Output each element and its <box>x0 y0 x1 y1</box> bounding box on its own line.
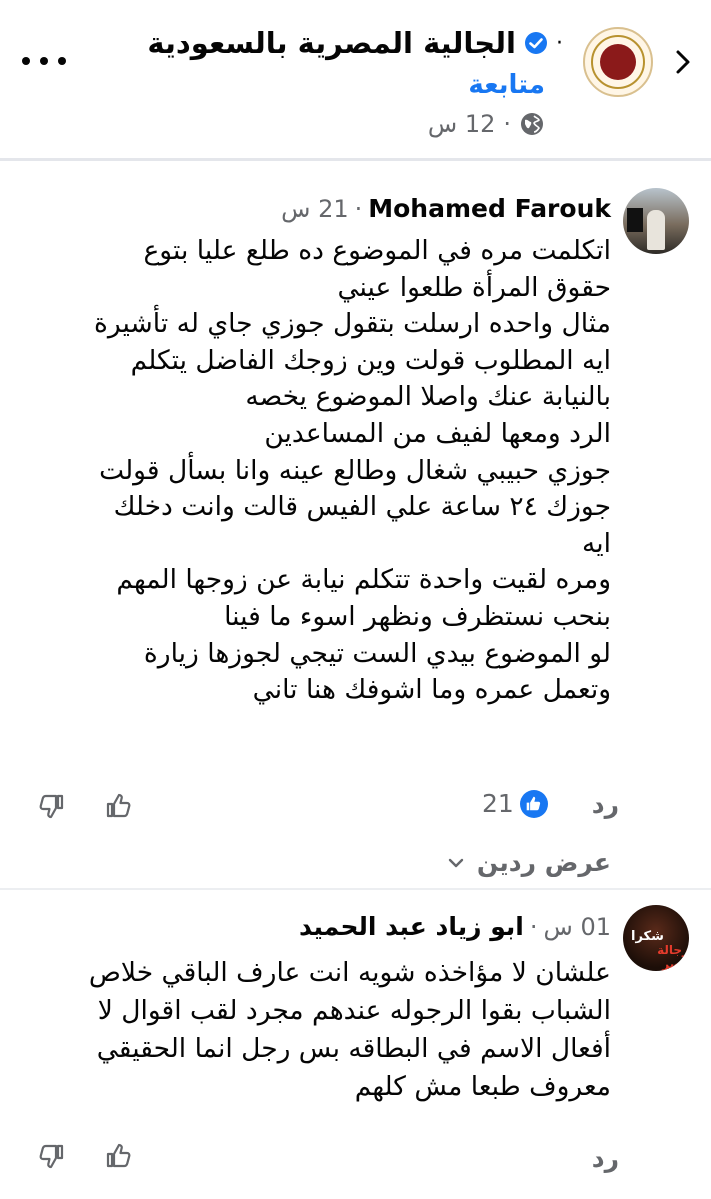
page-name[interactable]: الجالية المصرية بالسعودية <box>147 26 516 60</box>
comment-line: جوزي حبيبي شغال وطالع عينه وانا بسأل قول… <box>99 454 611 486</box>
post-header: الجالية المصرية بالسعودية · متابعة 12 س … <box>0 0 711 158</box>
avatar-figure-shape <box>647 210 665 250</box>
comment-line: الشباب بقوا الرجوله عندهم مجرد لقب اقوال… <box>97 995 611 1026</box>
page-avatar[interactable] <box>583 27 653 97</box>
commenter-avatar[interactable] <box>623 188 689 254</box>
globe-icon <box>521 113 543 135</box>
comment-line: جوزك ٢٤ ساعة علي الفيس قالت وانت دخلك <box>113 491 611 523</box>
back-button[interactable] <box>665 44 701 80</box>
page-title-row: الجالية المصرية بالسعودية · <box>147 20 563 66</box>
page-logo-core <box>600 44 636 80</box>
comment-time[interactable]: 21 س <box>281 195 348 223</box>
comment-author[interactable]: ابو زياد عبد الحميد <box>299 912 524 941</box>
verified-badge-icon <box>525 32 547 54</box>
reply-button[interactable]: رد <box>592 1144 619 1173</box>
commenter-avatar[interactable]: شكرا رجالة مصر <box>623 905 689 971</box>
header-divider <box>0 158 711 161</box>
post-time[interactable]: 12 س <box>428 110 495 138</box>
like-badge <box>519 789 548 818</box>
comment-dot: · <box>354 194 363 223</box>
like-outline-icon[interactable] <box>104 791 134 821</box>
comment-line: لو الموضوع بيدي الست تيجي لجوزها زيارة <box>143 637 611 669</box>
comment-line: بنحب نستظرف ونظهر اسوء ما فينا <box>224 600 611 632</box>
comment-dot: · <box>529 912 538 941</box>
comment-text: اتكلمت مره في الموضوع ده طلع عليا بتوع ح… <box>94 233 611 709</box>
comment-line: وتعمل عمره وما اشوفك هنا تاني <box>252 674 611 706</box>
comment-author[interactable]: Mohamed Farouk <box>368 194 611 223</box>
reply-button[interactable]: رد <box>592 790 619 819</box>
more-options-button[interactable] <box>22 46 66 76</box>
comment-text: علشان لا مؤاخذه شويه انت عارف الباقي خلا… <box>89 954 611 1106</box>
like-count: 21 <box>482 789 514 818</box>
comment-line: ايه المطلوب قولت وين زوجك الفاضل يتكلم <box>130 344 611 376</box>
post-meta: 12 س · <box>428 110 545 138</box>
comment-line: ومره لقيت واحدة تتكلم نيابة عن زوجها الم… <box>116 564 611 596</box>
comment-header: ابو زياد عبد الحميد · 01 س <box>299 912 611 941</box>
more-dot-2 <box>40 57 48 65</box>
avatar-text-top: شكرا <box>631 929 664 944</box>
page-logo-ring <box>591 35 645 89</box>
comment-line: اتكلمت مره في الموضوع ده طلع عليا بتوع <box>143 235 611 266</box>
comment-line: بالنيابة عنك واصلا الموضوع يخصه <box>245 381 611 413</box>
comment-line: مثال واحده ارسلت بتقول جوزي جاي له تأشير… <box>94 308 611 340</box>
comment-line: علشان لا مؤاخذه شويه انت عارف الباقي خلا… <box>88 957 611 988</box>
comment-line: أفعال الاسم في البطاقه بس رجل انما الحقي… <box>96 1033 611 1064</box>
title-dot: · <box>556 30 563 56</box>
avatar-text-bottom: رجالة مصر <box>657 943 689 971</box>
more-dot-3 <box>58 57 66 65</box>
comment-time[interactable]: 01 س <box>544 913 611 941</box>
avatar-kaaba-shape <box>627 208 643 232</box>
comment-line: ايه <box>582 527 611 559</box>
comment-line: الرد ومعها لفيف من المساعدين <box>264 417 611 449</box>
dislike-outline-icon[interactable] <box>36 1141 66 1171</box>
comment-line: معروف طبعا مش كلهم <box>354 1071 611 1102</box>
dislike-outline-icon[interactable] <box>36 791 66 821</box>
like-outline-icon[interactable] <box>104 1141 134 1171</box>
thumbs-up-icon <box>527 796 541 811</box>
chevron-down-icon <box>448 858 464 867</box>
meta-dot: · <box>503 110 511 138</box>
view-replies-label: عرض ردين <box>476 848 611 877</box>
comment-header: 21 س · Mohamed Farouk <box>281 194 611 223</box>
view-replies-button[interactable]: عرض ردين <box>445 848 611 877</box>
follow-button[interactable]: متابعة <box>468 70 545 100</box>
comment-line: حقوق المرأة طلعوا عيني <box>337 271 611 303</box>
comment-divider <box>0 888 711 890</box>
reaction-summary[interactable]: 21 <box>482 789 548 818</box>
more-dot-1 <box>22 57 30 65</box>
chevron-right-icon <box>676 50 690 74</box>
